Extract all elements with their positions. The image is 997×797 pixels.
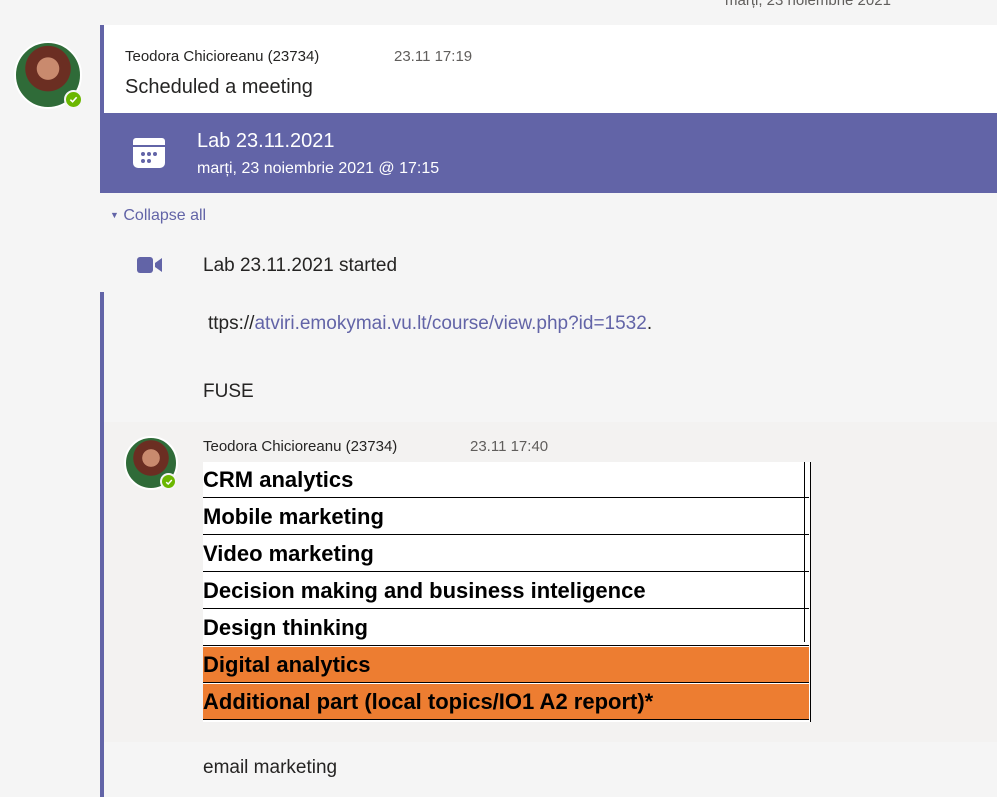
last-message-text: email marketing bbox=[203, 757, 338, 778]
table-row: CRM analytics bbox=[203, 462, 809, 498]
collapse-all-button[interactable]: ▼ Collapse all bbox=[110, 207, 206, 225]
table-row: Design thinking bbox=[203, 610, 809, 646]
collapse-all-label: Collapse all bbox=[123, 207, 207, 224]
date-divider: marți, 23 noiembrie 2021 bbox=[725, 0, 891, 9]
caret-down-icon: ▼ bbox=[110, 210, 119, 220]
message-author[interactable]: Teodora Chicioreanu (23734) bbox=[125, 48, 319, 65]
table-row: Decision making and business inteligence bbox=[203, 573, 809, 609]
meeting-started-event: Lab 23.11.2021 started bbox=[203, 255, 398, 276]
presence-available-icon bbox=[160, 473, 177, 490]
message-text: Scheduled a meeting bbox=[125, 76, 313, 98]
fuse-text: FUSE bbox=[203, 381, 254, 402]
table-row: Video marketing bbox=[203, 536, 809, 572]
message-timestamp: 23.11 17:19 bbox=[394, 48, 473, 65]
reply-timestamp: 23.11 17:40 bbox=[470, 438, 549, 455]
table-row: Mobile marketing bbox=[203, 499, 809, 535]
table-row-highlighted: Digital analytics bbox=[203, 647, 809, 683]
course-link[interactable]: atviri.emokymai.vu.lt/course/view.php?id… bbox=[254, 313, 646, 334]
calendar-icon bbox=[130, 134, 168, 172]
link-prefix: ttps:// bbox=[208, 313, 255, 334]
meeting-card[interactable] bbox=[100, 113, 997, 193]
link-suffix: . bbox=[646, 313, 653, 334]
link-message: ttps://atviri.emokymai.vu.lt/course/view… bbox=[208, 313, 652, 335]
video-camera-icon bbox=[136, 255, 164, 275]
meeting-title[interactable]: Lab 23.11.2021 bbox=[197, 130, 335, 153]
pasted-image-table[interactable]: CRM analytics Mobile marketing Video mar… bbox=[203, 462, 811, 722]
message-card[interactable] bbox=[100, 25, 997, 113]
table-row-highlighted: Additional part (local topics/IO1 A2 rep… bbox=[203, 684, 809, 720]
meeting-datetime: marți, 23 noiembrie 2021 @ 17:15 bbox=[197, 160, 440, 177]
reply-author[interactable]: Teodora Chicioreanu (23734) bbox=[203, 438, 397, 455]
presence-available-icon bbox=[64, 90, 83, 109]
